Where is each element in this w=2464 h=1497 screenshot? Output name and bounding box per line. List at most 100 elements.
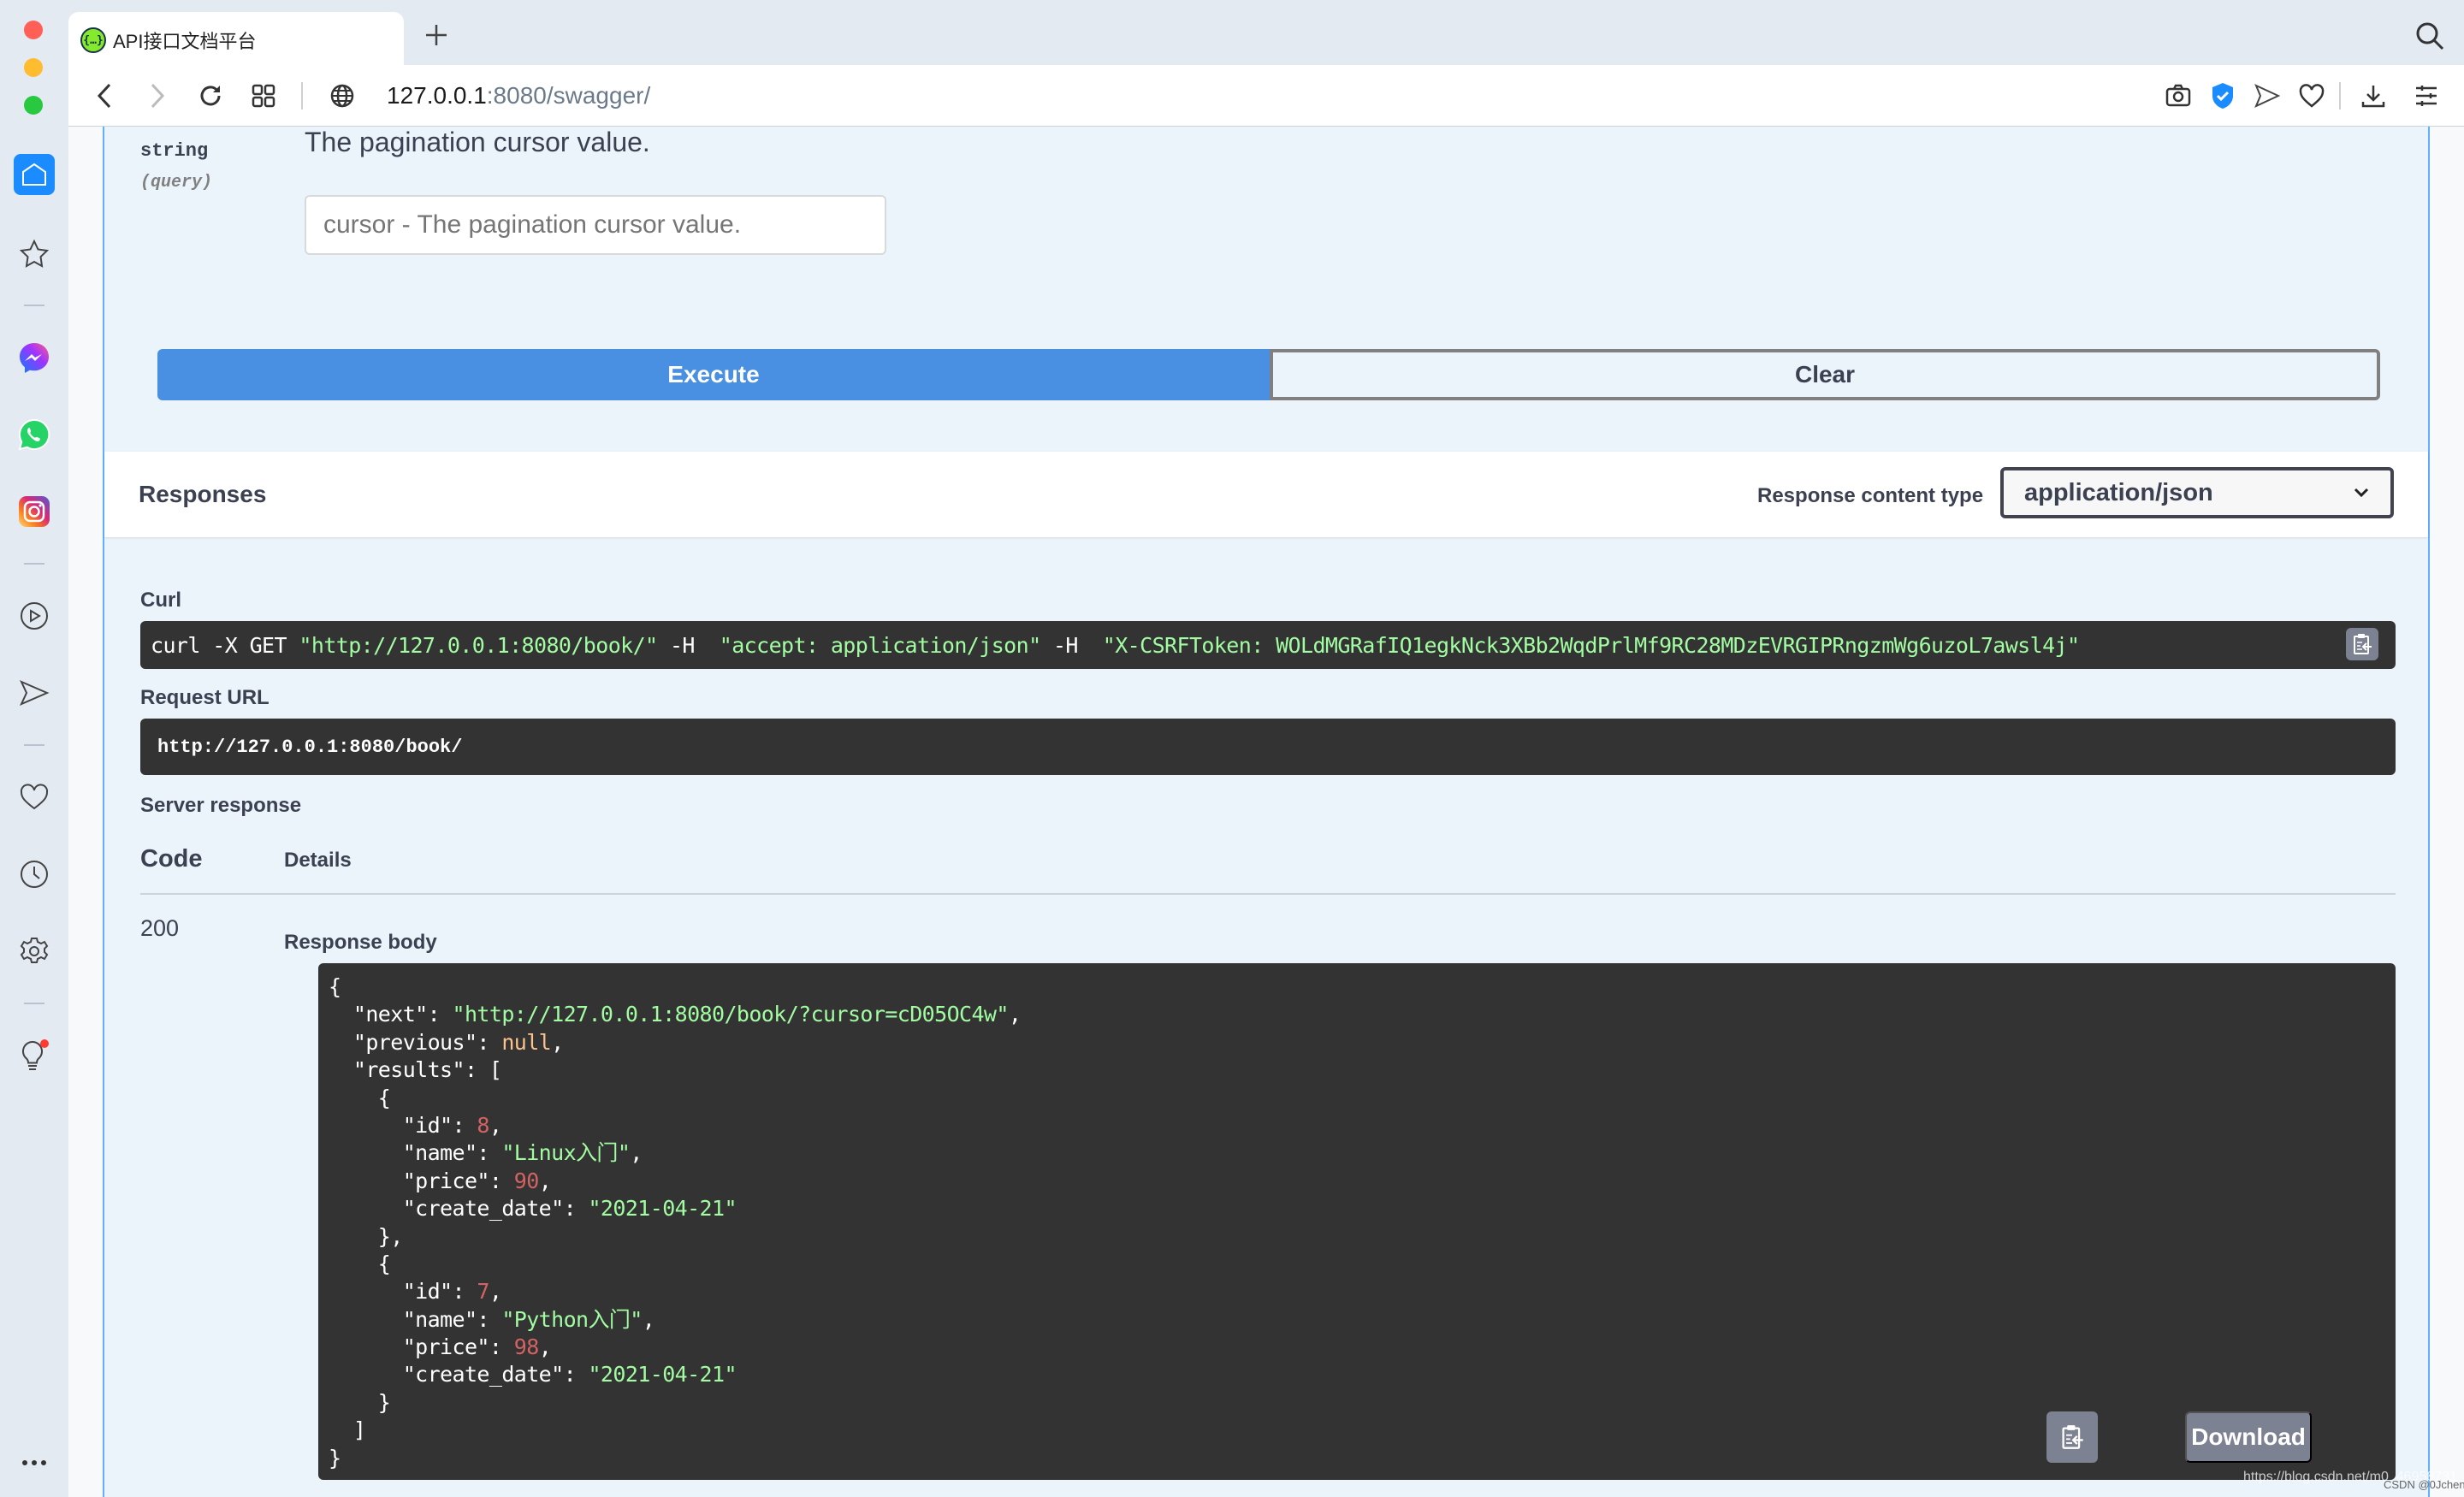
url-field[interactable]: 127.0.0.1:8080/swagger/	[387, 82, 650, 109]
curl-header-accept: "accept: application/json"	[719, 632, 1041, 658]
new-tab-button[interactable]	[418, 19, 455, 56]
star-icon	[19, 239, 50, 268]
sidebar-item-home[interactable]	[14, 154, 55, 195]
sidebar-item-bookmarks[interactable]	[14, 233, 55, 274]
whatsapp-icon	[18, 418, 50, 451]
response-body-line: "name": "Linux入门",	[329, 1140, 643, 1166]
curl-label: Curl	[140, 589, 181, 612]
downloads-button[interactable]	[2358, 80, 2389, 111]
sidebar-item-instagram[interactable]	[14, 491, 55, 532]
page-content: string (query) The pagination cursor val…	[68, 127, 2464, 1497]
send-icon	[19, 680, 50, 706]
toolbar-divider	[301, 82, 303, 109]
sidebar-more-button[interactable]	[14, 1442, 55, 1483]
back-button[interactable]	[89, 80, 120, 111]
content-type-select[interactable]: application/json	[2000, 467, 2394, 518]
response-body-line: },	[329, 1223, 404, 1249]
response-body-label: Response body	[284, 931, 437, 954]
responses-header: Responses Response content type applicat…	[104, 452, 2428, 537]
heart-icon	[2299, 84, 2325, 108]
curl-prefix: curl -X GET	[151, 632, 299, 658]
response-body-line: "price": 98,	[329, 1334, 552, 1360]
sidebar-item-send[interactable]	[14, 672, 55, 713]
response-body-line: {	[329, 1085, 391, 1110]
sidebar-item-whatsapp[interactable]	[14, 414, 55, 455]
reload-button[interactable]	[195, 80, 226, 111]
chevron-down-icon	[2354, 488, 2369, 498]
curl-flag: -H	[657, 632, 720, 658]
response-body-line: "price": 90,	[329, 1168, 552, 1193]
copy-response-button[interactable]	[2046, 1411, 2098, 1463]
response-body-line: "id": 8,	[329, 1112, 502, 1138]
response-body-line: "previous": null,	[329, 1029, 564, 1055]
send-button[interactable]	[2252, 80, 2283, 111]
lightbulb-icon	[22, 1039, 49, 1070]
site-info-button[interactable]	[327, 80, 358, 111]
tab-grid-button[interactable]	[248, 80, 279, 111]
url-path: :8080/swagger/	[486, 82, 651, 109]
content-type-value: application/json	[2024, 478, 2213, 506]
send-icon	[2254, 84, 2280, 108]
sidebar-item-media[interactable]	[14, 595, 55, 636]
sidebar-item-settings[interactable]	[14, 931, 55, 972]
settings-button[interactable]	[2411, 80, 2442, 111]
clipboard-icon	[2062, 1425, 2083, 1449]
plus-icon	[426, 25, 447, 45]
code-column-header: Code	[140, 845, 203, 873]
browser-tab[interactable]: {…} API接口文档平台	[68, 12, 404, 68]
sidebar-item-favorites[interactable]	[14, 777, 55, 818]
clear-button[interactable]: Clear	[1270, 349, 2380, 400]
watermark-credit: CSDN @0Jchen	[2384, 1478, 2464, 1491]
request-url-value: http://127.0.0.1:8080/book/	[140, 719, 2396, 775]
maximize-window-button[interactable]	[24, 96, 43, 115]
sidebar-item-history[interactable]	[14, 854, 55, 895]
response-body-line: "create_date": "2021-04-21"	[329, 1362, 737, 1388]
address-bar-row: 127.0.0.1:8080/swagger/	[68, 65, 2464, 127]
sidebar-item-tips[interactable]	[14, 1035, 55, 1076]
sidebar-divider	[24, 305, 44, 306]
more-icon	[22, 1460, 46, 1465]
server-response-label: Server response	[140, 794, 302, 817]
sidebar-item-messenger[interactable]	[14, 337, 55, 378]
search-tabs-button[interactable]	[2413, 19, 2447, 53]
instagram-icon	[19, 496, 50, 527]
cursor-input[interactable]	[305, 195, 886, 255]
forward-button[interactable]	[142, 80, 173, 111]
close-window-button[interactable]	[24, 21, 43, 39]
reload-icon	[200, 86, 221, 106]
response-code: 200	[140, 915, 180, 941]
tab-grid-icon	[252, 84, 275, 108]
clock-icon	[21, 861, 48, 888]
request-url-label: Request URL	[140, 686, 270, 709]
forward-icon	[151, 83, 165, 109]
minimize-window-button[interactable]	[24, 58, 43, 77]
operation-panel: string (query) The pagination cursor val…	[103, 127, 2430, 1497]
tracker-blocker-button[interactable]	[2207, 80, 2238, 111]
copy-curl-button[interactable]	[2346, 628, 2378, 660]
parameter-location: (query)	[140, 173, 213, 192]
curl-flag: -H	[1040, 632, 1103, 658]
parameter-description: The pagination cursor value.	[305, 127, 650, 157]
execute-button[interactable]: Execute	[157, 349, 1270, 400]
globe-icon	[330, 84, 354, 108]
sidebar	[0, 127, 68, 1497]
response-body-line: "next": "http://127.0.0.1:8080/book/?cur…	[329, 1002, 1022, 1027]
response-body: { "next": "http://127.0.0.1:8080/book/?c…	[318, 963, 2396, 1480]
search-icon	[2416, 22, 2444, 50]
parameter-type: string	[140, 140, 209, 162]
play-icon	[21, 602, 48, 630]
gear-icon	[20, 938, 49, 963]
toolbar-divider	[2339, 82, 2341, 109]
screenshot-button[interactable]	[2163, 80, 2194, 111]
response-body-line: "id": 7,	[329, 1279, 502, 1305]
response-table-divider	[140, 893, 2396, 895]
response-body-line: "name": "Python入门",	[329, 1306, 655, 1332]
swagger-icon: {…}	[80, 27, 106, 53]
sidebar-divider	[24, 563, 44, 565]
curl-header-csrf: "X-CSRFToken: WOLdMGRafIQ1egkNck3XBb2Wqd…	[1102, 632, 2080, 658]
response-body-line: {	[329, 974, 341, 999]
sidebar-divider	[24, 744, 44, 746]
download-button[interactable]: Download	[2185, 1411, 2312, 1463]
settings-sliders-icon	[2416, 86, 2437, 106]
favorites-button[interactable]	[2296, 80, 2327, 111]
